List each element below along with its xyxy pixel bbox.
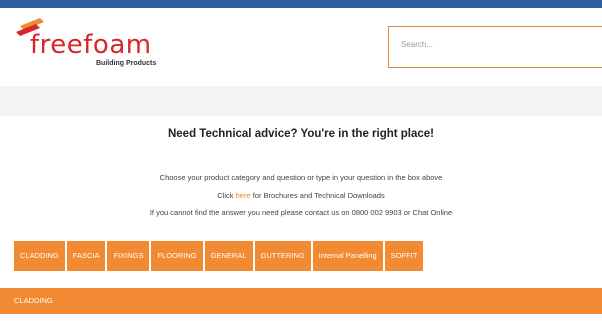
help-content: Need Technical advice? You're in the rig… <box>0 116 602 246</box>
contact-text: If you cannot find the answer you need p… <box>149 208 453 217</box>
logo-wordmark: freefoam <box>30 30 152 60</box>
freefoam-logo[interactable]: freefoam Building Products <box>14 16 204 76</box>
section-header-cladding[interactable]: CLADDING <box>0 288 602 314</box>
site-header: freefoam Building Products <box>0 8 602 86</box>
search-input[interactable] <box>399 39 593 50</box>
instruction-text: Choose your product category and questio… <box>159 173 443 182</box>
tab-internal-panelling[interactable]: Internal Panelling <box>312 241 383 271</box>
downloads-text: Click here for Brochures and Technical D… <box>0 191 602 200</box>
tab-guttering[interactable]: GUTTERING <box>254 241 311 271</box>
tab-fascia[interactable]: FASCIA <box>66 241 106 271</box>
logo-word-foam: foam <box>83 30 152 60</box>
search-box[interactable] <box>388 26 602 68</box>
logo-tagline: Building Products <box>96 60 157 67</box>
tab-cladding[interactable]: CLADDING <box>14 241 65 271</box>
page: freefoam Building Products Need Technica… <box>0 8 602 326</box>
tab-soffit[interactable]: SOFFIT <box>384 241 424 271</box>
tab-flooring[interactable]: FLOORING <box>151 241 203 271</box>
downloads-text-suffix: for Brochures and Technical Downloads <box>250 191 385 200</box>
downloads-text-prefix: Click <box>217 191 236 200</box>
logo-word-free: free <box>30 30 84 60</box>
nav-band <box>0 86 602 116</box>
category-tabs: CLADDING FASCIA FIXINGS FLOORING GENERAL… <box>14 241 425 271</box>
page-headline: Need Technical advice? You're in the rig… <box>167 128 435 140</box>
brochures-link[interactable]: here <box>236 191 251 200</box>
tab-general[interactable]: GENERAL <box>204 241 253 271</box>
spacer <box>0 271 602 288</box>
section-body <box>0 314 602 326</box>
tab-fixings[interactable]: FIXINGS <box>107 241 150 271</box>
